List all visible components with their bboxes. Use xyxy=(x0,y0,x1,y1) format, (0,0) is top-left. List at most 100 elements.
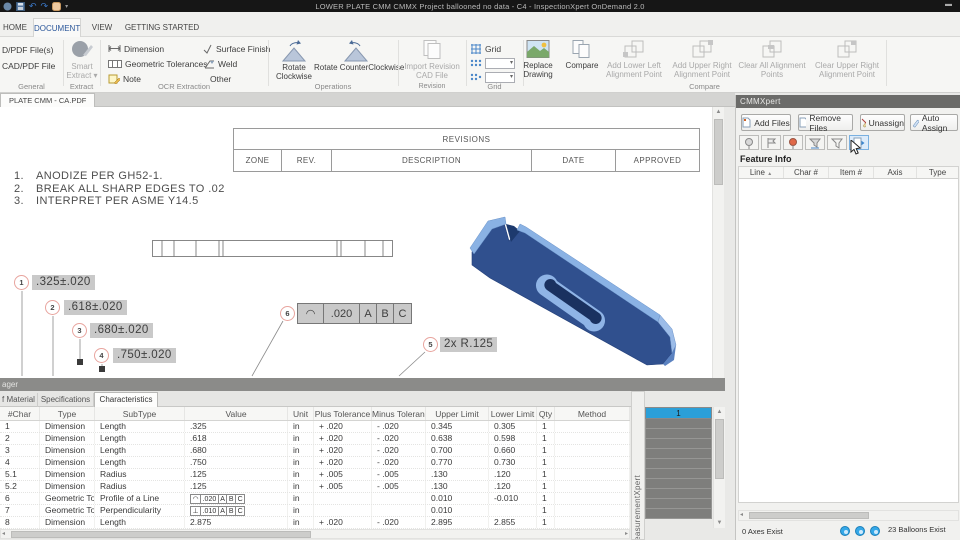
add-upper-right-alignment-button[interactable]: Add Upper Right Alignment Point xyxy=(669,39,735,80)
dimension-text-1[interactable]: .325±.020 xyxy=(32,275,95,290)
balloon-2[interactable]: 2 xyxy=(45,300,60,315)
replace-cad-pdf-button[interactable]: CAD/PDF File xyxy=(2,59,55,72)
grid-row[interactable] xyxy=(645,429,712,439)
tab-bill-of-material[interactable]: f Material xyxy=(0,393,38,407)
column-header[interactable]: SubType xyxy=(95,407,185,420)
balloon-status-icon[interactable] xyxy=(855,526,865,536)
grid-selected-header[interactable]: 1 xyxy=(645,407,712,419)
scroll-left-arrow[interactable]: ◂ xyxy=(2,530,5,538)
scrollbar-thumb[interactable] xyxy=(714,119,723,185)
tab-view[interactable]: VIEW xyxy=(86,18,118,37)
tab-characteristics[interactable]: Characteristics xyxy=(94,392,158,408)
column-header[interactable]: #Char xyxy=(0,407,40,420)
balloon-3[interactable]: 3 xyxy=(72,323,87,338)
column-header[interactable]: Type xyxy=(40,407,95,420)
scrollbar-thumb[interactable] xyxy=(749,512,869,519)
table-row[interactable]: 2 Dimension Length .618 in + .020- .020 0.638 0… xyxy=(0,433,630,445)
balloon-status-icon[interactable] xyxy=(870,526,880,536)
clear-all-alignment-button[interactable]: Clear All Alignment Points xyxy=(737,39,807,80)
grid-row[interactable] xyxy=(645,469,712,479)
tab-specifications[interactable]: Specifications xyxy=(38,393,94,407)
rotate-counterclockwise-button[interactable]: Rotate CounterClockwise xyxy=(314,39,404,72)
feature-control-frame[interactable]: ◠ .020 A B C xyxy=(297,303,412,324)
feature-info-list[interactable] xyxy=(738,179,959,503)
scroll-down-arrow[interactable]: ▼ xyxy=(714,518,725,528)
column-header[interactable]: Upper Limit xyxy=(426,407,489,420)
column-header-char[interactable]: Char # xyxy=(784,167,829,178)
compare-button[interactable]: Compare xyxy=(561,39,603,70)
measurementxpert-tab[interactable]: MeasurementXpert xyxy=(631,391,645,540)
rotate-clockwise-button[interactable]: Rotate Clockwise xyxy=(272,39,316,82)
balloon-highlight-button[interactable] xyxy=(783,135,803,150)
column-header[interactable]: Unit xyxy=(288,407,314,420)
auto-assign-button[interactable]: Auto Assign xyxy=(910,113,958,133)
column-header-item[interactable]: Item # xyxy=(829,167,874,178)
grid-row[interactable] xyxy=(645,459,712,469)
grid-rows-control[interactable] xyxy=(470,57,515,70)
balloon-filter-button[interactable] xyxy=(739,135,759,150)
grid-toggle[interactable]: Grid xyxy=(470,42,501,55)
table-row[interactable]: 4 Dimension Length .750 in + .020- .020 0.770 0… xyxy=(0,457,630,469)
balloon-6[interactable]: 6 xyxy=(280,306,295,321)
grid-row[interactable] xyxy=(645,489,712,499)
column-header[interactable]: Minus Tolerance xyxy=(372,407,426,420)
weld-button[interactable]: Weld xyxy=(203,57,237,70)
import-revision-cad-button[interactable]: Import Revision CAD File xyxy=(402,39,462,81)
grid-row[interactable] xyxy=(645,439,712,449)
table-row[interactable]: 3 Dimension Length .680 in + .020- .020 0.700 0… xyxy=(0,445,630,457)
scrollbar-thumb[interactable] xyxy=(11,531,311,538)
scroll-left-arrow[interactable]: ◂ xyxy=(740,511,743,520)
surface-finish-button[interactable]: Surface Finish xyxy=(203,42,270,55)
column-header-axis[interactable]: Axis xyxy=(874,167,917,178)
drawing-canvas[interactable]: 1. ANODIZE PER GH52-1. 2. BREAK ALL SHARP … xyxy=(0,107,712,378)
unassign-button[interactable]: Unassign xyxy=(860,114,905,131)
drawing-vertical-scrollbar[interactable]: ▲ xyxy=(712,107,724,378)
balloon-5[interactable]: 5 xyxy=(423,337,438,352)
scroll-up-arrow[interactable]: ▲ xyxy=(714,407,725,417)
column-header[interactable]: Value xyxy=(185,407,288,420)
column-header-type[interactable]: Type xyxy=(917,167,958,178)
grid-rows-select[interactable] xyxy=(485,58,515,69)
table-row[interactable]: 6Geometric To...Profile of a Line ◠.020AB… xyxy=(0,493,630,505)
balloon-status-icon[interactable] xyxy=(840,526,850,536)
add-cad-pdf-button[interactable]: D/PDF File(s) xyxy=(2,43,53,56)
grid-row[interactable] xyxy=(645,449,712,459)
grid-row[interactable] xyxy=(645,499,712,509)
balloon-4[interactable]: 4 xyxy=(94,348,109,363)
scrollbar-thumb[interactable] xyxy=(715,419,724,479)
grid-row[interactable] xyxy=(645,509,712,519)
tab-getting-started[interactable]: GETTING STARTED xyxy=(122,18,202,37)
grid-row[interactable] xyxy=(645,479,712,489)
tab-home[interactable]: HOME xyxy=(0,18,30,37)
dimension-text-3[interactable]: .680±.020 xyxy=(90,323,153,338)
tab-document[interactable]: DOCUMENT xyxy=(33,18,81,37)
document-tab[interactable]: PLATE CMM - CA.PDF xyxy=(0,93,96,107)
dimension-text-2[interactable]: .618±.020 xyxy=(64,300,127,315)
table-row[interactable]: 5.2 Dimension Radius .125 in + .005- .005.130… xyxy=(0,481,630,493)
column-header[interactable]: Lower Limit xyxy=(489,407,537,420)
replace-drawing-button[interactable]: Replace Drawing xyxy=(515,39,561,80)
remove-files-button[interactable]: Remove Files xyxy=(798,113,853,133)
column-header-line[interactable]: Line ▲ xyxy=(739,167,784,178)
minimize-button[interactable]: ▬ xyxy=(945,1,952,8)
dimension-text-5[interactable]: 2x R.125 xyxy=(440,337,498,352)
filter-button[interactable] xyxy=(827,135,847,150)
grid-vertical-scrollbar[interactable]: ▲ ▼ xyxy=(713,407,725,528)
table-row[interactable]: 1 Dimension Length .325 in + .020- .020 0.345 0… xyxy=(0,421,630,433)
table-row[interactable]: 8 Dimension Length 2.875 in + .020- .020 2.895… xyxy=(0,517,630,529)
add-files-button[interactable]: Add Files xyxy=(741,114,791,131)
table-row[interactable]: 5.1 Dimension Radius .125 in + .005- .005.130… xyxy=(0,469,630,481)
table-row[interactable]: 7Geometric To...Perpendicularity ⊥.010ABC… xyxy=(0,505,630,517)
column-header[interactable]: Qty xyxy=(537,407,555,420)
balloon-1[interactable]: 1 xyxy=(14,275,29,290)
dimension-button[interactable]: Dimension xyxy=(108,42,164,55)
geometric-tolerances-button[interactable]: Geometric Tolerances xyxy=(108,57,208,70)
scroll-up-arrow[interactable]: ▲ xyxy=(713,107,724,117)
column-header[interactable]: Method xyxy=(555,407,630,420)
smart-extract-button[interactable]: Smart Extract ▾ xyxy=(66,39,98,81)
add-lower-left-alignment-button[interactable]: Add Lower Left Alignment Point xyxy=(601,39,667,80)
clear-upper-right-alignment-button[interactable]: Clear Upper Right Alignment Point xyxy=(809,39,885,80)
flag-filter-button[interactable] xyxy=(761,135,781,150)
filter-clear-button[interactable] xyxy=(805,135,825,150)
dimension-text-4[interactable]: .750±.020 xyxy=(113,348,176,363)
